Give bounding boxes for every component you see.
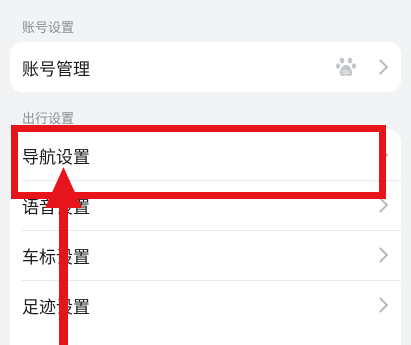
pointer-arrow-icon [45, 167, 82, 345]
